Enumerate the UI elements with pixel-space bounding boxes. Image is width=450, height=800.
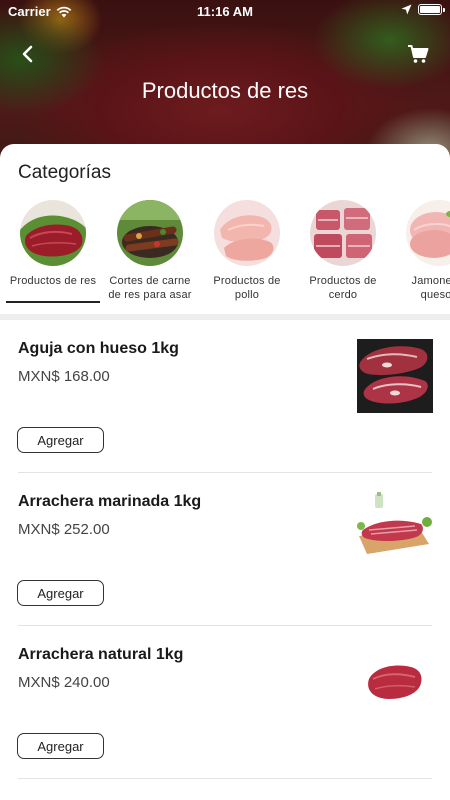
category-item-jamones[interactable]: Jamones y quesos [392,196,450,306]
category-label: Cortes de carne de res para asar [108,275,192,301]
category-label: Jamones y quesos [411,275,450,301]
category-item-asar[interactable]: Cortes de carne de res para asar [103,196,197,306]
battery-icon [418,4,445,15]
category-thumb-jamones [406,200,450,266]
status-bar: Carrier 11:16 AM [0,0,450,24]
product-item: Aguja con hueso 1kg MXN$ 168.00 Agregar [0,320,450,473]
product-image[interactable] [357,339,433,413]
category-thumb-res [20,200,86,266]
content-sheet: Categorías Productos de res Cortes de ca… [0,144,450,800]
category-label: Productos de cerdo [309,275,377,301]
product-item: Arrachera marinada 1kg MXN$ 252.00 Agreg… [0,473,450,626]
product-item: Arrachera natural 1kg MXN$ 240.00 Agrega… [0,626,450,779]
category-item-pollo[interactable]: Productos de pollo [200,196,294,306]
chevron-left-icon [22,45,33,63]
page-title: Productos de res [141,78,309,103]
product-image[interactable] [357,645,433,719]
categories-carousel[interactable]: Productos de res Cortes de carne de res … [0,196,450,306]
status-right [401,4,445,15]
cart-icon [408,45,429,63]
add-to-cart-button[interactable]: Agregar [17,733,104,759]
category-thumb-asar [117,200,183,266]
status-time: 11:16 AM [197,4,253,19]
location-arrow-icon [401,4,412,15]
add-to-cart-button[interactable]: Agregar [17,580,104,606]
product-price: MXN$ 168.00 [18,368,110,385]
product-name: Arrachera natural 1kg [18,646,184,663]
product-name: Aguja con hueso 1kg [18,340,179,357]
category-label: Productos de pollo [213,275,281,301]
selected-category-indicator [6,301,100,303]
product-price: MXN$ 252.00 [18,521,110,538]
cart-button[interactable] [404,40,432,68]
categories-heading: Categorías [18,162,111,183]
category-item-res[interactable]: Productos de res [6,196,100,306]
category-item-cerdo[interactable]: Productos de cerdo [296,196,390,306]
category-label: Productos de res [9,275,97,287]
product-image[interactable] [357,492,433,566]
add-to-cart-button[interactable]: Agregar [17,427,104,453]
row-divider [18,778,432,779]
back-button[interactable] [14,40,42,68]
product-name: Arrachera marinada 1kg [18,493,202,510]
category-thumb-cerdo [310,200,376,266]
category-thumb-pollo [214,200,280,266]
product-price: MXN$ 240.00 [18,674,110,691]
